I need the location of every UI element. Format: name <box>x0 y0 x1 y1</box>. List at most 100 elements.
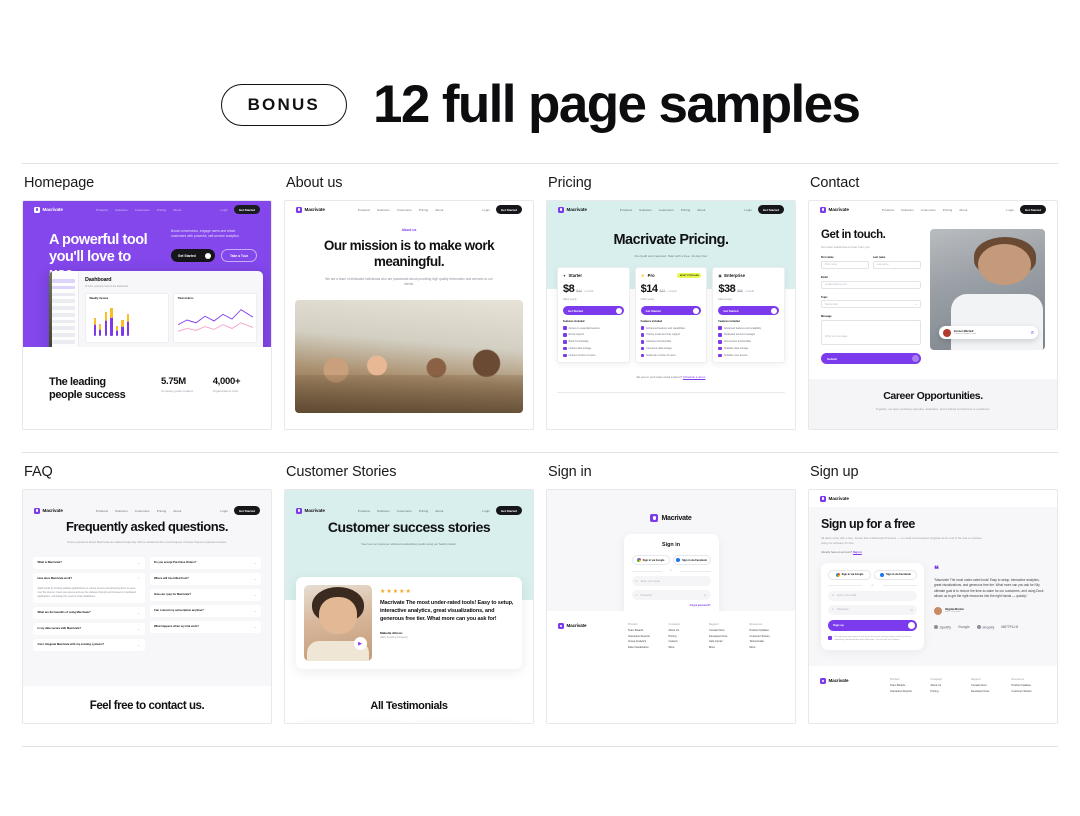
sample-cell-signin[interactable]: Sign in Macrivate Sign in Sign in via Go… <box>546 453 796 724</box>
mini-navbar[interactable]: Macrivate <box>809 490 1057 507</box>
eye-icon[interactable]: ◎ <box>910 608 913 612</box>
screenshot-faq[interactable]: Macrivate Products Solutions Customers P… <box>22 489 272 724</box>
last-name-field[interactable]: Last name Last name <box>873 256 921 269</box>
nav-actions[interactable]: Login Get Started <box>482 205 522 214</box>
nav-link-solutions[interactable]: Solutions <box>115 509 128 513</box>
nav-link-about[interactable]: About <box>435 208 443 212</box>
password-input[interactable]: ⚿ Password ◎ <box>631 590 711 600</box>
get-started-button[interactable]: Get Started <box>233 205 260 214</box>
get-started-button[interactable]: Get Started <box>495 506 522 515</box>
faq-item[interactable]: How can I pay for Macrivate? ⌄ <box>149 588 261 601</box>
topic-field[interactable]: Topic Select topic ⌄ <box>821 296 921 309</box>
nav-link-about[interactable]: About <box>959 208 967 212</box>
faq-item[interactable]: Where will I be billed from? ⌄ <box>149 572 261 585</box>
login-link[interactable]: Login <box>482 509 490 513</box>
nav-link-about[interactable]: About <box>173 208 181 212</box>
faq-item[interactable]: What is Macrivate? ⌄ <box>33 556 145 569</box>
mini-navbar[interactable]: Macrivate Products Solutions Customers P… <box>23 502 271 519</box>
submit-button[interactable]: Submit <box>821 353 921 365</box>
faq-item[interactable]: What are the benefits of using Macrivate… <box>33 606 145 619</box>
nav-links[interactable]: Products Solutions Customers Pricing Abo… <box>620 208 705 212</box>
footer-link[interactable]: Product Updates <box>1012 684 1047 687</box>
forgot-password-link[interactable]: Forgot password? <box>632 604 711 607</box>
message-textarea[interactable]: Write your message... <box>821 320 921 346</box>
footer-link[interactable]: Contact Docs <box>971 684 1006 687</box>
mini-navbar[interactable]: Macrivate Products Solutions Customers P… <box>285 201 533 218</box>
brand-logo[interactable]: Macrivate <box>34 507 63 514</box>
last-name-input[interactable]: Last name <box>873 260 921 269</box>
nav-links[interactable]: Products Solutions Customers Pricing Abo… <box>96 208 181 212</box>
screenshot-pricing[interactable]: Macrivate Products Solutions Customers P… <box>546 200 796 430</box>
facebook-signin-button[interactable]: Sign in via Facebook <box>672 555 711 565</box>
footer-link[interactable]: Contact Docs <box>709 629 744 632</box>
nav-link-about[interactable]: About <box>435 509 443 513</box>
google-signin-button[interactable]: Sign in via Google <box>828 569 871 580</box>
password-input[interactable]: ⚿ Password ◎ <box>828 604 917 615</box>
hero-cta-primary[interactable]: Get Started <box>171 249 215 263</box>
nav-link-pricing[interactable]: Pricing <box>157 509 166 513</box>
footer-link[interactable]: Interactive Reports <box>628 635 663 638</box>
footer-link[interactable]: Data Visualization <box>628 646 663 649</box>
brand-logo[interactable]: Macrivate <box>296 507 325 514</box>
footer-link[interactable]: Help Center <box>709 640 744 643</box>
footer-link[interactable]: More <box>709 646 744 649</box>
contact-form[interactable]: Get in touch. Our team would love to hea… <box>821 229 921 365</box>
login-link[interactable]: Login <box>220 208 228 212</box>
brand-logo[interactable]: Macrivate <box>820 206 849 213</box>
signup-card[interactable]: Sign in via Google Sign in via Facebook … <box>821 562 924 650</box>
hero-buttons[interactable]: Get Started Take a Tour <box>171 249 258 263</box>
nav-link-customers[interactable]: Customers <box>397 208 412 212</box>
footer-brand[interactable]: Macrivate <box>558 623 622 668</box>
hero-cta-secondary[interactable]: Take a Tour <box>221 249 258 263</box>
plan-cta-button[interactable]: Get Started <box>563 306 624 316</box>
screenshot-homepage[interactable]: Macrivate Products Solutions Customers P… <box>22 200 272 430</box>
plan-cta-button[interactable]: Get Started <box>718 306 780 316</box>
nav-link-products[interactable]: Products <box>882 208 894 212</box>
message-field[interactable]: Message Write your message... <box>821 315 921 346</box>
nav-link-solutions[interactable]: Solutions <box>115 208 128 212</box>
nav-link-customers[interactable]: Customers <box>135 509 150 513</box>
eye-icon[interactable]: ◎ <box>704 593 707 597</box>
footer-link[interactable]: More <box>750 646 785 649</box>
play-icon[interactable]: ▶ <box>353 637 367 651</box>
nav-link-products[interactable]: Products <box>620 208 632 212</box>
brand-logo[interactable]: Macrivate <box>34 206 63 213</box>
plan-card-enterprise[interactable]: ▣ Enterprise $38 $80 / month billed year… <box>712 267 786 364</box>
sample-cell-stories[interactable]: Customer Stories Macrivate Products Solu… <box>284 453 534 724</box>
plan-card-pro[interactable]: ⚡ Pro MOST POPULAR $14 $27 / month bille… <box>634 267 708 364</box>
footer-link[interactable]: Interactive Reports <box>890 690 925 693</box>
plan-card-starter[interactable]: ✦ Starter $8 $44 / month billed yearly G… <box>557 267 630 364</box>
screenshot-signup[interactable]: Macrivate Sign up for a free All plans c… <box>808 489 1058 724</box>
screenshot-stories[interactable]: Macrivate Products Solutions Customers P… <box>284 489 534 724</box>
screenshot-contact[interactable]: Macrivate Products Solutions Customers P… <box>808 200 1058 430</box>
oauth-buttons[interactable]: Sign in via Google Sign in via Facebook <box>828 569 917 580</box>
footer-link[interactable]: Testimonials <box>750 640 785 643</box>
nav-link-solutions[interactable]: Solutions <box>377 509 390 513</box>
nav-link-pricing[interactable]: Pricing <box>681 208 690 212</box>
brand-logo[interactable]: Macrivate <box>558 206 587 213</box>
faq-item-expanded[interactable]: How does Macrivate work? ⌃ SaaS works by… <box>33 572 145 603</box>
phone-icon[interactable]: ✆ <box>1031 330 1034 335</box>
oauth-buttons[interactable]: Sign in via Google Sign in via Facebook <box>631 555 711 565</box>
first-name-field[interactable]: First name First name <box>821 256 869 269</box>
get-started-button[interactable]: Get Started <box>757 205 784 214</box>
footer-link[interactable]: Team Boards <box>628 629 663 632</box>
mini-navbar[interactable]: Macrivate Products Solutions Customers P… <box>23 201 271 218</box>
nav-actions[interactable]: Login Get Started <box>482 506 522 515</box>
nav-link-solutions[interactable]: Solutions <box>639 208 652 212</box>
brand-logo[interactable]: Macrivate <box>296 206 325 213</box>
nav-link-about[interactable]: About <box>697 208 705 212</box>
get-started-button[interactable]: Get Started <box>1019 205 1046 214</box>
nav-link-pricing[interactable]: Pricing <box>157 208 166 212</box>
email-field[interactable]: Email you@company.com <box>821 276 921 289</box>
testimonial-tile[interactable] <box>412 722 522 723</box>
footer-link[interactable]: Careers <box>669 640 704 643</box>
mini-navbar[interactable]: Macrivate Products Solutions Customers P… <box>285 502 533 519</box>
nav-link-solutions[interactable]: Solutions <box>901 208 914 212</box>
mini-navbar[interactable]: Macrivate Products Solutions Customers P… <box>547 201 795 218</box>
footer-link[interactable]: About Us <box>931 684 966 687</box>
brand-logo[interactable]: Macrivate <box>820 495 849 502</box>
signup-button[interactable]: Sign up <box>828 619 917 631</box>
email-input[interactable]: ✉ Enter your email <box>631 576 711 586</box>
nav-link-pricing[interactable]: Pricing <box>943 208 952 212</box>
